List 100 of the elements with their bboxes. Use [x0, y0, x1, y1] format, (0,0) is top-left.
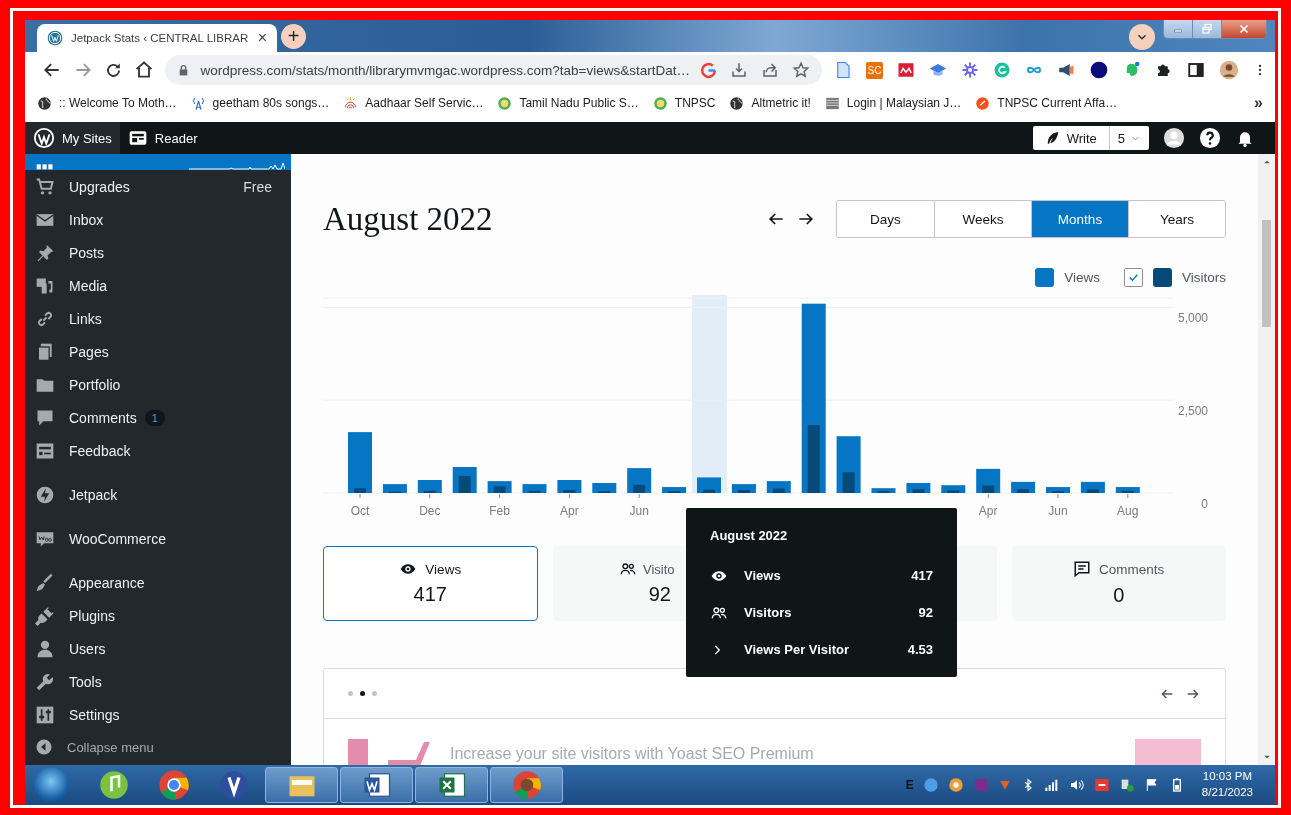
period-tab[interactable]: Months	[1031, 201, 1128, 237]
sidebar-item[interactable]: Comments 1	[25, 401, 291, 434]
sidebar-item[interactable]: Feedback	[25, 434, 291, 467]
visitors-bar	[772, 488, 785, 493]
people-icon	[710, 604, 728, 621]
x-axis-label: Aug	[1117, 504, 1139, 518]
minus-tray-icon[interactable]	[1093, 777, 1110, 793]
circle-extension-icon[interactable]	[1089, 60, 1109, 80]
speaker-icon[interactable]	[1068, 777, 1085, 793]
new-tab-button[interactable]: +	[281, 24, 306, 49]
sidebar-item[interactable]: Users	[25, 632, 291, 665]
visitors-bar	[1121, 490, 1134, 493]
collapse-menu-button[interactable]: Collapse menu	[25, 731, 291, 763]
bookmark-item[interactable]: geetham 80s songs…	[190, 95, 330, 111]
bookmark-item[interactable]: :: Welcome To Moth…	[37, 95, 177, 111]
sidebar-item[interactable]: Upgrades Free	[25, 170, 291, 203]
scroll-down-icon[interactable]	[1262, 753, 1271, 761]
extension-icon[interactable]	[897, 61, 915, 79]
browser-tab[interactable]: Jetpack Stats ‹ CENTRAL LIBRAR ×	[37, 24, 277, 52]
period-tab[interactable]: Years	[1128, 201, 1225, 237]
sidebar-item[interactable]: Posts	[25, 236, 291, 269]
visitors-bar	[493, 486, 506, 493]
bookmark-item[interactable]: Login | Malaysian J…	[824, 95, 962, 111]
tooltip-value: 417	[911, 568, 933, 583]
sidebar-item[interactable]: Settings	[25, 698, 291, 731]
pagination-dot[interactable]	[372, 691, 377, 696]
home-icon[interactable]	[134, 60, 155, 80]
visitors-bar	[423, 490, 436, 493]
graduation-cap-icon[interactable]	[929, 61, 947, 79]
v-circle-icon[interactable]	[219, 770, 249, 800]
sidebar-item[interactable]: Links	[25, 302, 291, 335]
download-icon[interactable]	[730, 61, 748, 79]
address-bar[interactable]: wordpress.com/stats/month/librarymvmgac.wordpress.com?tab=views&startDat…	[165, 55, 822, 85]
drafts-dropdown[interactable]: 5	[1109, 130, 1149, 146]
side-panel-icon[interactable]	[1187, 61, 1205, 79]
sidebar-item[interactable]: WooCommerce	[25, 522, 291, 555]
stat-card[interactable]: Views 417	[323, 546, 538, 621]
sidebar-item[interactable]: Jetpack	[25, 478, 291, 511]
bookmark-item[interactable]: Altmetric it!	[729, 95, 811, 111]
promo-text: Increase your site visitors with Yoast SEO Premium	[450, 745, 814, 763]
legend-label: Views	[1064, 269, 1100, 285]
megaphone-icon[interactable]	[1057, 61, 1075, 79]
bookmark-item[interactable]: TNPSC Current Affa…	[975, 95, 1118, 111]
globe-icon	[37, 95, 52, 111]
document-icon[interactable]	[834, 61, 852, 79]
sidebar-item[interactable]: Portfolio	[25, 368, 291, 401]
sidebar-item[interactable]: Media	[25, 269, 291, 302]
stats-menu-item[interactable]	[25, 154, 291, 170]
sidebar-item[interactable]: Plugins	[25, 599, 291, 632]
pagination-dot[interactable]	[360, 691, 365, 696]
star-icon[interactable]	[792, 61, 810, 79]
y-axis-label: 5,000	[1177, 311, 1208, 326]
person-icon	[35, 638, 55, 659]
restore-button[interactable]	[1193, 20, 1222, 38]
write-button[interactable]: Write	[1032, 126, 1110, 150]
scroll-up-icon[interactable]	[1262, 158, 1271, 166]
my-sites-button[interactable]: My Sites	[25, 122, 120, 154]
reader-button[interactable]: Reader	[119, 122, 206, 154]
signal-icon[interactable]	[1043, 777, 1060, 793]
taskbar-clock[interactable]: 10:03 PM 8/21/2023	[1201, 769, 1253, 801]
sidebar-item[interactable]: Tools	[25, 665, 291, 698]
pagination-dot[interactable]	[348, 691, 353, 696]
visitors-checkbox[interactable]	[1124, 267, 1143, 287]
sidebar-item[interactable]: Inbox	[25, 203, 291, 236]
x-axis-label: Apr	[978, 504, 998, 518]
chrome-icon[interactable]	[158, 769, 190, 801]
visitors-bar	[982, 485, 995, 493]
people-icon	[618, 561, 637, 577]
pushpin-icon	[35, 242, 55, 263]
slash-circle-icon	[975, 95, 991, 111]
chrome-profile-icon[interactable]	[511, 770, 542, 800]
help-icon[interactable]	[1199, 127, 1221, 149]
bookmark-item[interactable]: TNPSC	[652, 95, 716, 111]
wordpress-logo-icon	[33, 127, 55, 149]
tooltip-value: 4.53	[907, 642, 933, 657]
tab-close-button[interactable]: ×	[257, 30, 267, 46]
bookmark-item[interactable]: Tamil Nadu Public S…	[497, 95, 639, 111]
close-button[interactable]	[1222, 20, 1266, 38]
google-g-icon[interactable]	[700, 61, 717, 79]
flower-icon[interactable]	[961, 61, 979, 79]
more-bookmarks-button[interactable]: »	[1254, 94, 1263, 112]
lightning-bolt-icon	[35, 484, 55, 505]
sidebar-item[interactable]: Pages	[25, 335, 291, 368]
restore-icon	[1200, 23, 1214, 35]
visitors-bar	[1086, 489, 1099, 493]
sidebar-item[interactable]: Appearance	[25, 566, 291, 599]
emblem-icon	[497, 95, 513, 111]
profile-avatar-icon[interactable]	[1219, 60, 1239, 80]
scrollbar-thumb[interactable]	[1262, 220, 1271, 327]
stat-value: 0	[1113, 584, 1125, 607]
bookmark-item[interactable]: Aadhaar Self Servic…	[343, 95, 484, 111]
visitors-bar	[563, 490, 576, 493]
visitors-bar	[703, 489, 715, 493]
x-axis-label: Feb	[489, 504, 510, 518]
striped-square-icon	[824, 95, 840, 111]
avatar-icon[interactable]	[1163, 127, 1185, 149]
start-button[interactable]	[33, 767, 69, 803]
stat-card[interactable]: Comments 0	[1011, 546, 1226, 621]
tab-search-button[interactable]	[1129, 24, 1155, 50]
share-icon[interactable]	[761, 61, 779, 79]
